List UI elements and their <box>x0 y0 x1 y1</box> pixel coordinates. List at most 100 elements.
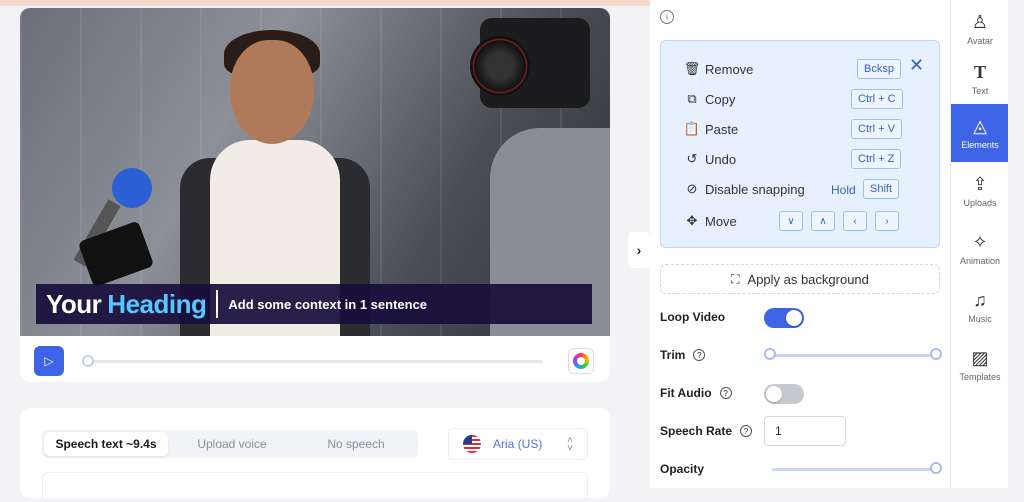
caption-overlay[interactable]: Your Heading Add some context in 1 sente… <box>36 284 592 324</box>
caption-subtext[interactable]: Add some context in 1 sentence <box>228 297 427 312</box>
video-frame[interactable]: Your Heading Add some context in 1 sente… <box>20 8 610 336</box>
shortcut-undo[interactable]: ↺ Undo <box>683 149 737 169</box>
rail-item-uploads[interactable]: ⇪ Uploads <box>951 162 1009 220</box>
speech-rate-text: Speech Rate <box>660 424 733 438</box>
us-flag-icon <box>463 435 481 453</box>
color-picker-button[interactable] <box>568 348 594 374</box>
caption-heading-second[interactable]: Heading <box>107 289 207 320</box>
help-icon[interactable]: ? <box>693 349 706 361</box>
templates-icon: ▨ <box>971 348 989 368</box>
shortcut-undo-label: Undo <box>705 151 737 167</box>
scene-camera-lens <box>470 36 530 96</box>
copy-icon: ⧉ <box>687 91 697 106</box>
shortcut-remove[interactable]: 🗑 Remove <box>683 59 754 79</box>
rail-item-elements[interactable]: ◬ Elements <box>951 104 1009 162</box>
text-icon: T <box>973 62 986 82</box>
help-icon[interactable]: ? <box>740 425 753 437</box>
voice-name: Aria (US) <box>493 437 543 451</box>
trim-slider-track[interactable] <box>772 354 934 357</box>
undo-icon: ↺ <box>686 151 698 166</box>
color-wheel-icon <box>573 353 589 369</box>
fit-audio-text: Fit Audio <box>660 386 712 400</box>
loop-video-label: Loop Video <box>660 310 725 324</box>
speech-rate-label: Speech Rate ? <box>660 424 753 438</box>
key-ctrl-v: Ctrl + V <box>851 119 902 139</box>
rail-label: Animation <box>959 256 1001 266</box>
shortcut-remove-label: Remove <box>705 61 754 77</box>
opacity-slider-track[interactable] <box>772 468 934 471</box>
tab-speech-text[interactable]: Speech text ~9.4s <box>44 432 168 456</box>
apply-background-label: Apply as background <box>747 271 869 287</box>
help-icon[interactable]: ? <box>719 387 732 399</box>
key-arrow-up: ∧ <box>811 211 835 231</box>
fit-audio-toggle[interactable] <box>764 384 804 404</box>
tab-upload-voice[interactable]: Upload voice <box>170 430 294 458</box>
voice-select[interactable]: Aria (US) ˄ ˅ <box>448 428 588 460</box>
caption-heading-first[interactable]: Your <box>46 289 102 320</box>
avatar-icon: ♙ <box>971 12 989 32</box>
opacity-slider-handle[interactable] <box>930 462 942 474</box>
animation-icon: ✧ <box>972 232 988 252</box>
key-arrow-down: ∨ <box>779 211 803 231</box>
key-ctrl-z: Ctrl + Z <box>851 149 902 169</box>
speech-rate-input[interactable]: 1 <box>764 416 846 446</box>
close-icon[interactable]: ✕ <box>909 55 924 76</box>
shortcut-paste[interactable]: 📋 Paste <box>683 119 738 139</box>
updown-chevron-icon: ˄ ˅ <box>567 435 573 454</box>
timeline-track[interactable] <box>88 360 543 363</box>
caption-divider <box>216 290 219 318</box>
tab-no-speech[interactable]: No speech <box>294 430 418 458</box>
tool-rail: ♙ Avatar T Text ◬ Elements ⇪ Uploads ✧ A… <box>950 0 1009 488</box>
shortcut-move[interactable]: ✥ Move <box>683 211 737 231</box>
toggle-knob <box>766 386 782 402</box>
key-arrow-right: › <box>875 211 899 231</box>
opacity-label: Opacity <box>660 462 704 476</box>
apply-as-background-button[interactable]: ⛶ Apply as background <box>660 264 940 294</box>
ban-icon: ⊘ <box>686 181 698 196</box>
move-icon: ✥ <box>686 213 698 228</box>
expand-corners-icon: ⛶ <box>731 271 740 286</box>
rail-item-animation[interactable]: ✧ Animation <box>951 220 1009 278</box>
play-button[interactable]: ▷ <box>34 346 64 376</box>
opacity-text: Opacity <box>660 462 705 476</box>
music-icon: ♫ <box>973 290 987 310</box>
rail-label: Text <box>971 86 989 96</box>
hold-label: Hold <box>831 183 856 197</box>
rail-label: Elements <box>961 140 999 150</box>
info-icon[interactable]: i <box>660 10 674 24</box>
loop-video-text: Loop Video <box>660 310 726 324</box>
elements-icon: ◬ <box>973 116 987 136</box>
rail-item-music[interactable]: ♫ Music <box>951 278 1009 336</box>
collapse-panel-button[interactable]: › <box>628 232 650 268</box>
trim-start-handle[interactable] <box>764 348 776 360</box>
window-edge <box>1008 0 1024 488</box>
speech-tabs: Speech text ~9.4s Upload voice No speech <box>42 430 418 458</box>
key-backspace: Bcksp <box>857 59 901 79</box>
rail-label: Music <box>968 314 992 324</box>
shortcut-copy-label: Copy <box>705 91 736 107</box>
shortcut-paste-label: Paste <box>705 121 739 137</box>
rail-item-text[interactable]: T Text <box>951 50 1009 108</box>
toggle-knob <box>786 310 802 326</box>
shortcut-disable-snapping[interactable]: ⊘ Disable snapping <box>683 179 805 199</box>
trim-end-handle[interactable] <box>930 348 942 360</box>
properties-panel: i ✕ 🗑 Remove Bcksp ⧉ Copy Ctrl + C 📋 Pas… <box>650 0 950 488</box>
video-preview-card: Your Heading Add some context in 1 sente… <box>20 8 610 382</box>
speech-text-input[interactable] <box>42 472 588 502</box>
clipboard-icon: 📋 <box>683 121 701 136</box>
shortcut-copy[interactable]: ⧉ Copy <box>683 89 735 109</box>
rail-label: Uploads <box>963 198 997 208</box>
fit-audio-label: Fit Audio ? <box>660 386 732 400</box>
timeline-scrubber[interactable] <box>82 355 94 367</box>
scene-head <box>230 40 314 144</box>
shortcuts-box: ✕ 🗑 Remove Bcksp ⧉ Copy Ctrl + C 📋 Paste… <box>660 40 940 248</box>
shortcut-snapping-label: Disable snapping <box>705 181 805 197</box>
upload-icon: ⇪ <box>972 174 988 194</box>
playback-controls: ▷ <box>34 346 594 376</box>
scene-microphone <box>112 168 152 208</box>
key-shift: Shift <box>863 179 900 199</box>
trim-label: Trim ? <box>660 348 706 362</box>
loop-video-toggle[interactable] <box>764 308 804 328</box>
chevron-right-icon: › <box>636 242 642 258</box>
rail-item-templates[interactable]: ▨ Templates <box>951 336 1009 394</box>
